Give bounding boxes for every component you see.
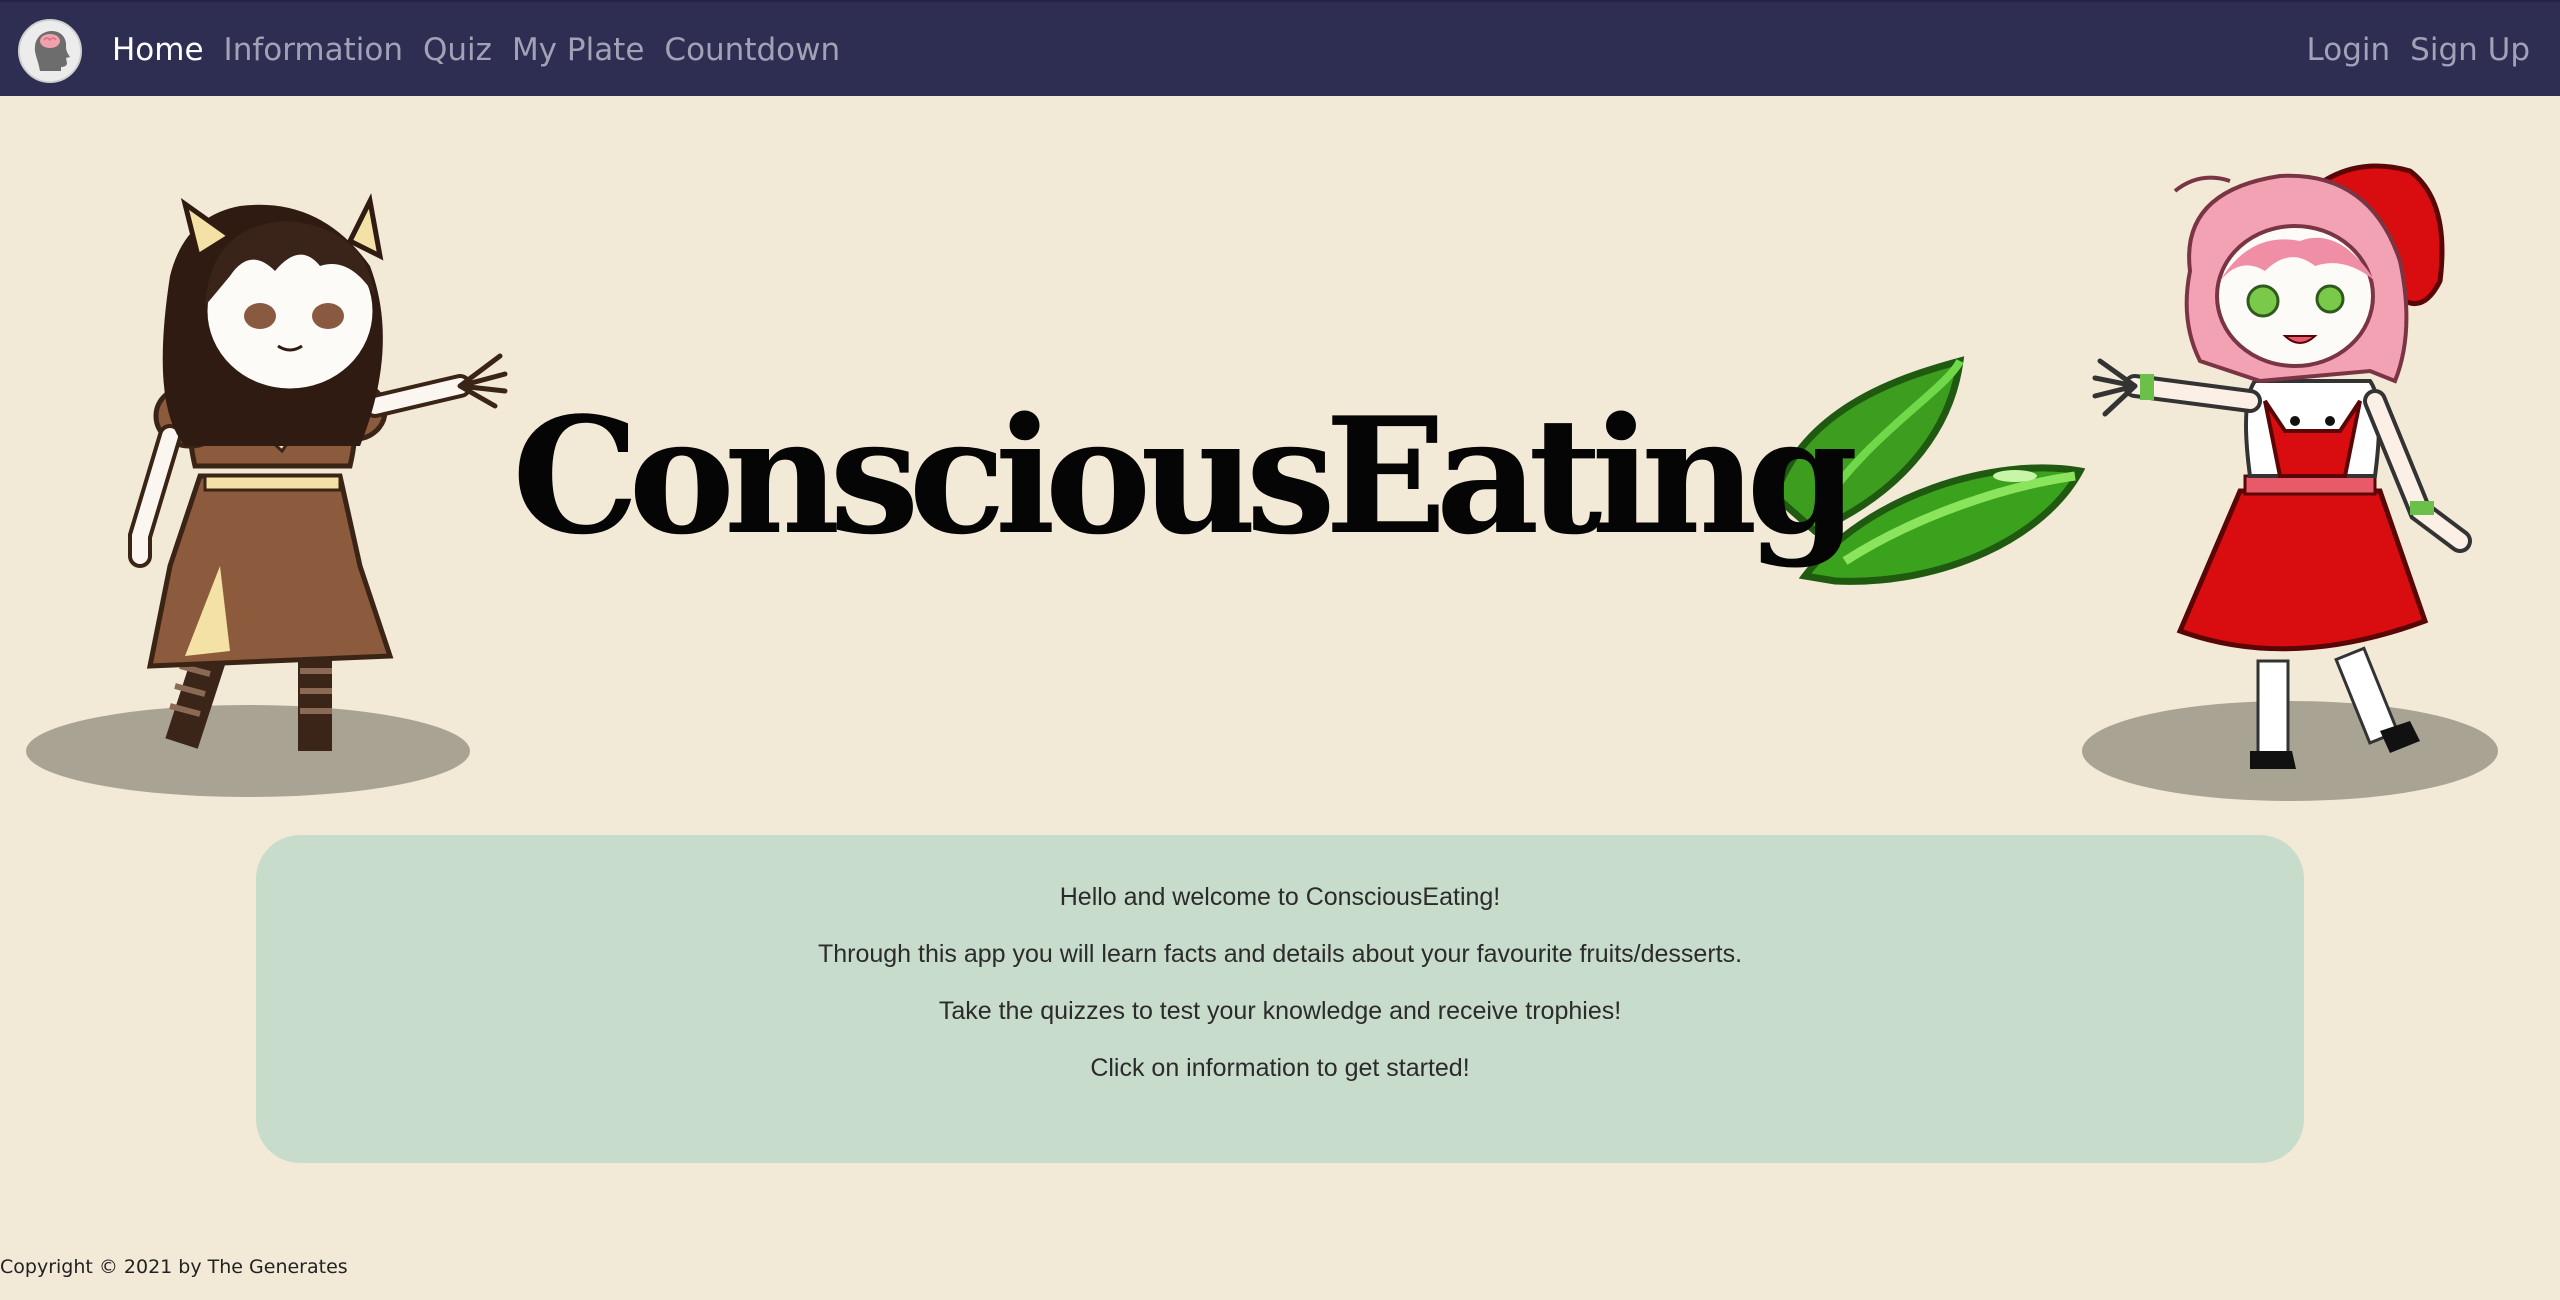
brown-dress-girl-illustration (26, 193, 508, 797)
welcome-line-start: Click on information to get started! (1090, 1054, 1470, 1082)
brain-head-icon (20, 21, 80, 81)
nav-home[interactable]: Home (112, 32, 204, 68)
welcome-line-purpose: Through this app you will learn facts an… (817, 940, 1743, 968)
brand-logo[interactable] (18, 19, 82, 83)
footer-copyright: Copyright © 2021 by The Generates (0, 1256, 348, 1278)
welcome-card: Hello and welcome to ConsciousEating! Th… (256, 835, 2304, 1163)
welcome-line-greeting: Hello and welcome to ConsciousEating! (1059, 883, 1501, 911)
welcome-line-quizzes: Take the quizzes to test your knowledge … (938, 997, 1622, 1025)
hero-banner: ConsciousEating (0, 96, 2560, 816)
signup-link[interactable]: Sign Up (2410, 32, 2530, 68)
nav-my-plate[interactable]: My Plate (512, 32, 644, 68)
nav-quiz[interactable]: Quiz (423, 32, 492, 68)
nav-countdown[interactable]: Countdown (664, 32, 840, 68)
logo-title: ConsciousEating (512, 382, 1858, 570)
nav-links: Home Information Quiz My Plate Countdown (112, 2, 840, 98)
nav-information[interactable]: Information (224, 32, 403, 68)
login-link[interactable]: Login (2307, 32, 2391, 68)
auth-links: Login Sign Up (2307, 2, 2530, 98)
red-dress-girl-illustration (2082, 163, 2498, 801)
navbar: Home Information Quiz My Plate Countdown… (0, 0, 2560, 96)
